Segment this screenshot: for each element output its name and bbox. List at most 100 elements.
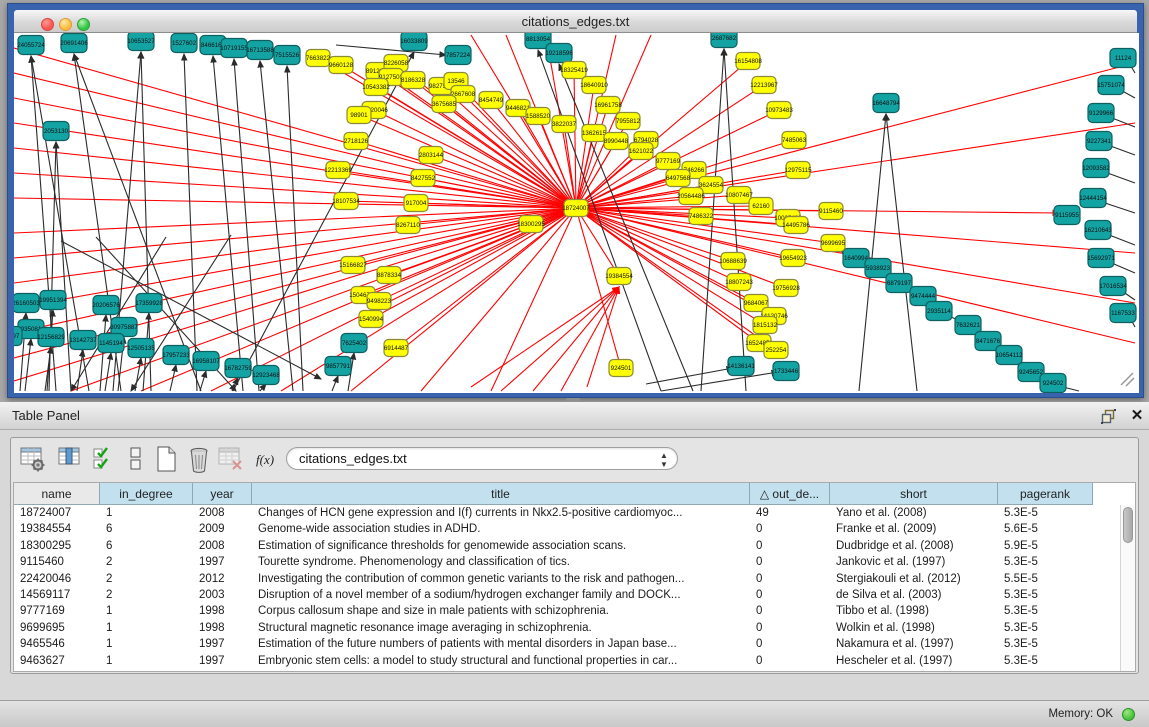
graph-node[interactable]: 10654112 xyxy=(995,346,1023,365)
graph-node[interactable]: 18724007 xyxy=(562,200,590,217)
graph-node[interactable]: 2053130 xyxy=(43,122,69,141)
graph-node[interactable]: 9115460 xyxy=(819,203,843,220)
graph-node[interactable]: 7663822 xyxy=(306,50,331,67)
column-header-pagerank[interactable]: pagerank xyxy=(998,483,1093,505)
graph-node[interactable]: 331597 xyxy=(14,327,22,346)
minimize-button[interactable] xyxy=(59,18,72,31)
graph-node[interactable]: 2935114 xyxy=(926,302,952,321)
delete-column-button[interactable] xyxy=(185,444,213,474)
table-row[interactable]: 946554611997Estimation of the future num… xyxy=(14,636,1119,652)
graph-node[interactable]: 10973483 xyxy=(765,102,793,119)
graph-node[interactable]: 1815132 xyxy=(753,317,778,334)
graph-node[interactable]: 18807243 xyxy=(725,274,753,291)
graph-node[interactable]: 9857791 xyxy=(325,357,351,376)
graph-node[interactable]: 10688639 xyxy=(719,253,747,270)
graph-node[interactable]: 19756928 xyxy=(772,280,800,297)
zoom-button[interactable] xyxy=(77,18,90,31)
graph-node[interactable]: 10719155 xyxy=(220,39,248,58)
show-columns-button[interactable] xyxy=(57,444,85,474)
graph-node[interactable]: 8267110 xyxy=(396,217,420,234)
window-title-bar[interactable]: citations_edges.txt xyxy=(14,10,1137,33)
column-header-year[interactable]: year xyxy=(193,483,252,505)
graph-node[interactable]: 19654923 xyxy=(779,250,807,267)
table-row[interactable]: 969969511998Structural magnetic resonanc… xyxy=(14,620,1119,636)
graph-node[interactable]: 18640910 xyxy=(580,77,608,94)
graph-node[interactable]: 16713588 xyxy=(246,41,274,60)
graph-node[interactable]: 9777169 xyxy=(656,153,681,170)
graph-node[interactable]: 7515526 xyxy=(274,46,300,65)
graph-node[interactable]: 12505135 xyxy=(127,339,155,358)
scrollbar-thumb[interactable] xyxy=(1123,507,1133,543)
graph-node[interactable]: 9498223 xyxy=(367,293,392,310)
graph-node[interactable]: 1145194 xyxy=(98,334,124,353)
graph-node[interactable]: 1588520 xyxy=(526,108,551,125)
table-row[interactable]: 1872400712008Changes of HCN gene express… xyxy=(14,505,1119,521)
delete-table-button[interactable] xyxy=(217,444,245,474)
close-panel-icon[interactable]: ✕ xyxy=(1129,408,1145,424)
graph-node[interactable]: 14136141 xyxy=(727,357,755,376)
graph-node[interactable]: 19218596 xyxy=(545,44,573,63)
graph-node[interactable]: 16154808 xyxy=(734,53,762,70)
graph-node[interactable]: 12093582 xyxy=(1082,159,1110,178)
graph-node[interactable]: 7625402 xyxy=(341,334,367,353)
column-header-in_degree[interactable]: in_degree xyxy=(100,483,193,505)
column-header-out_de[interactable]: △ out_de... xyxy=(750,483,830,505)
unselect-all-columns-button[interactable] xyxy=(123,444,151,474)
graph-node[interactable]: 3822037 xyxy=(552,116,577,133)
graph-node[interactable]: 15692971 xyxy=(1087,249,1115,268)
column-header-name[interactable]: name xyxy=(14,483,100,505)
graph-node[interactable]: 3675685 xyxy=(432,96,457,113)
graph-node[interactable]: 19951394 xyxy=(39,291,67,310)
graph-node[interactable]: 20564486 xyxy=(677,188,705,205)
graph-node[interactable]: 16958107 xyxy=(192,352,220,371)
create-column-button[interactable] xyxy=(153,444,181,474)
graph-node[interactable]: 62160 xyxy=(749,198,773,215)
table-row[interactable]: 911546021997Tourette syndrome. Phenomeno… xyxy=(14,554,1119,570)
graph-node[interactable]: 8990448 xyxy=(604,133,629,150)
graph-node[interactable]: 16961758 xyxy=(594,97,622,114)
memory-status-icon[interactable] xyxy=(1122,708,1135,721)
table-selector[interactable]: citations_edges.txt ▲▼ xyxy=(286,447,678,470)
graph-node[interactable]: 9699695 xyxy=(821,235,846,252)
graph-node[interactable]: 16033809 xyxy=(400,33,428,51)
table-row[interactable]: 1830029562008Estimation of significance … xyxy=(14,538,1119,554)
graph-node[interactable]: 2803144 xyxy=(419,147,444,164)
graph-node[interactable]: 18107534 xyxy=(332,193,360,210)
resize-grip[interactable] xyxy=(1121,373,1133,385)
table-mode-button[interactable] xyxy=(19,444,47,474)
graph-node[interactable]: 16782759 xyxy=(224,359,252,378)
graph-node[interactable]: 924502 xyxy=(1040,374,1066,393)
graph-node[interactable]: 12444154 xyxy=(1079,189,1107,208)
graph-node[interactable]: 98901 xyxy=(347,107,371,124)
graph-node[interactable]: 1527602 xyxy=(171,34,197,53)
graph-node[interactable]: 924501 xyxy=(609,360,633,377)
graph-node[interactable]: 6879197 xyxy=(886,274,912,293)
graph-node[interactable]: 16210643 xyxy=(1084,221,1112,240)
graph-node[interactable]: 12213369 xyxy=(324,162,352,179)
graph-node[interactable]: 15751074 xyxy=(1097,76,1125,95)
graph-node[interactable]: 10653527 xyxy=(127,33,155,51)
graph-node[interactable]: 7485063 xyxy=(782,132,807,149)
graph-node[interactable]: 2718126 xyxy=(344,133,369,150)
graph-node[interactable]: 1167533 xyxy=(1110,304,1136,323)
graph-node[interactable]: 6497568 xyxy=(666,170,691,187)
close-button[interactable] xyxy=(41,18,54,31)
graph-node[interactable]: 17359928 xyxy=(135,294,163,313)
graph-node[interactable]: 9115955 xyxy=(1054,206,1080,225)
citation-network-graph[interactable]: 2405572420691406106535271527602846616010… xyxy=(14,33,1139,393)
graph-node[interactable]: 19384554 xyxy=(605,268,633,285)
column-header-short[interactable]: short xyxy=(830,483,998,505)
graph-node[interactable]: 17957233 xyxy=(162,346,190,365)
graph-node[interactable]: 9129966 xyxy=(1088,104,1114,123)
graph-node[interactable]: 8878334 xyxy=(377,267,402,284)
graph-node[interactable]: 1621022 xyxy=(629,143,654,160)
graph-node[interactable]: 14495786 xyxy=(782,217,810,234)
graph-node[interactable]: 13142737 xyxy=(69,331,97,350)
graph-node[interactable]: 1733446 xyxy=(773,362,799,381)
graph-node[interactable]: 6914487 xyxy=(384,340,409,357)
graph-node[interactable]: 18300295 xyxy=(517,216,545,233)
graph-node[interactable]: 18325419 xyxy=(560,62,588,79)
graph-node[interactable]: 12923468 xyxy=(252,366,280,385)
graph-node[interactable]: 16648794 xyxy=(872,94,900,113)
graph-node[interactable]: 10543382 xyxy=(362,79,390,96)
